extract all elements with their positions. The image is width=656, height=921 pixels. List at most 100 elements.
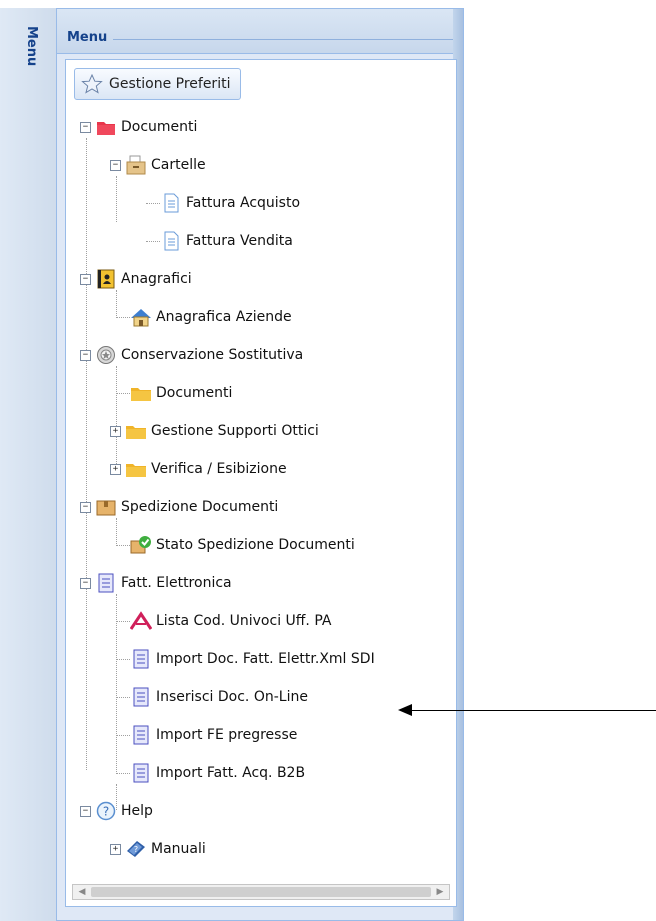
- tree-label[interactable]: Import Doc. Fatt. Elettr.Xml SDI: [156, 651, 375, 667]
- tree-label[interactable]: Documenti: [121, 119, 197, 135]
- collapse-toggle[interactable]: −: [80, 121, 91, 133]
- tree-label[interactable]: Fattura Vendita: [186, 233, 293, 249]
- e-invoice-icon: [98, 573, 114, 593]
- tree-guide-line: [86, 138, 87, 770]
- tree-label[interactable]: Anagrafici: [121, 271, 192, 287]
- tree-node-conservazione-sostitutiva[interactable]: − Conservazione Sostitutiva: [80, 344, 303, 366]
- package-icon: [96, 500, 116, 516]
- header-divider: [113, 39, 457, 40]
- collapsed-menu-strip[interactable]: Menu: [0, 8, 57, 921]
- svg-text:?: ?: [134, 845, 138, 854]
- e-invoice-icon: [133, 763, 149, 783]
- tree-label[interactable]: Stato Spedizione Documenti: [156, 537, 355, 553]
- tree-label[interactable]: Spedizione Documenti: [121, 499, 278, 515]
- package-check-icon: [130, 536, 151, 554]
- help-icon: ?: [96, 801, 116, 821]
- document-icon: [164, 231, 179, 251]
- tree-guide-line: [116, 659, 130, 660]
- folder-icon: [126, 464, 146, 477]
- tree-guide-line: [116, 366, 117, 468]
- e-invoice-icon: [133, 649, 149, 669]
- collapse-toggle[interactable]: −: [80, 805, 91, 817]
- file-cabinet-folder-icon: [126, 155, 146, 175]
- tree-guide-line: [116, 518, 117, 544]
- tree-node-conservazione-documenti[interactable]: Documenti: [130, 382, 232, 404]
- collapse-toggle[interactable]: −: [80, 273, 91, 285]
- contact-card-icon: [97, 269, 115, 289]
- tree-guide-line: [116, 697, 130, 698]
- tree-node-stato-spedizione[interactable]: Stato Spedizione Documenti: [130, 534, 355, 556]
- e-invoice-icon: [133, 725, 149, 745]
- annotation-arrow-line: [410, 710, 656, 711]
- tree-node-fattura-vendita[interactable]: Fattura Vendita: [160, 230, 293, 252]
- tree-label[interactable]: Fattura Acquisto: [186, 195, 300, 211]
- collapse-toggle[interactable]: −: [80, 501, 91, 513]
- tree-label[interactable]: Inserisci Doc. On-Line: [156, 689, 308, 705]
- tree-node-import-b2b[interactable]: Import Fatt. Acq. B2B: [130, 762, 305, 784]
- expand-toggle[interactable]: +: [110, 425, 121, 437]
- tree-node-lista-cod-univoci[interactable]: Lista Cod. Univoci Uff. PA: [130, 610, 331, 632]
- horizontal-scrollbar[interactable]: ◀ ▶: [72, 884, 450, 900]
- menu-tree: Gestione Preferiti − Documenti − Cartell…: [65, 59, 457, 907]
- menu-panel-header[interactable]: Menu: [57, 9, 463, 54]
- tree-label[interactable]: Verifica / Esibizione: [151, 461, 287, 477]
- manual-book-icon: ?: [127, 841, 145, 857]
- tree-node-anagrafica-aziende[interactable]: Anagrafica Aziende: [130, 306, 292, 328]
- tree-node-cartelle[interactable]: − Cartelle: [110, 154, 206, 176]
- folder-icon: [126, 426, 146, 439]
- emblem-seal-icon: [97, 346, 115, 364]
- tree-label[interactable]: Help: [121, 803, 153, 819]
- tree-node-manuali[interactable]: + ? Manuali: [110, 838, 206, 860]
- scroll-right-arrow-icon[interactable]: ▶: [433, 886, 447, 898]
- red-folder-icon: [97, 122, 115, 135]
- tree-guide-line: [116, 735, 130, 736]
- tree-node-import-fe-pregresse[interactable]: Import FE pregresse: [130, 724, 297, 746]
- tree-label[interactable]: Gestione Supporti Ottici: [151, 423, 319, 439]
- tree-node-gestione-supporti-ottici[interactable]: + Gestione Supporti Ottici: [110, 420, 319, 442]
- scrollbar-thumb[interactable]: [91, 887, 431, 897]
- tree-label[interactable]: Fatt. Elettronica: [121, 575, 232, 591]
- menu-panel-title: Menu: [67, 30, 108, 45]
- folder-icon: [131, 388, 151, 401]
- tree-node-documenti[interactable]: − Documenti: [80, 116, 197, 138]
- expand-toggle[interactable]: +: [110, 463, 121, 475]
- tree-node-help[interactable]: − ? Help: [80, 800, 153, 822]
- tree-guide-line: [116, 393, 130, 394]
- tree-guide-line: [116, 290, 117, 316]
- tree-label[interactable]: Import Fatt. Acq. B2B: [156, 765, 305, 781]
- tree-node-verifica-esibizione[interactable]: + Verifica / Esibizione: [110, 458, 287, 480]
- tree-node-fatt-elettronica[interactable]: − Fatt. Elettronica: [80, 572, 232, 594]
- document-icon: [164, 193, 179, 213]
- tree-label[interactable]: Import FE pregresse: [156, 727, 297, 743]
- tree-label[interactable]: Anagrafica Aziende: [156, 309, 292, 325]
- gestione-preferiti-label: Gestione Preferiti: [109, 76, 231, 92]
- tree-node-inserisci-doc[interactable]: Inserisci Doc. On-Line: [130, 686, 308, 708]
- collapse-toggle[interactable]: −: [80, 577, 91, 589]
- gestione-preferiti-button[interactable]: Gestione Preferiti: [74, 68, 242, 100]
- scroll-left-arrow-icon[interactable]: ◀: [75, 886, 89, 898]
- tree-guide-line: [146, 203, 160, 204]
- annotation-arrow-head-icon: [398, 704, 412, 716]
- tree-node-anagrafici[interactable]: − Anagrafici: [80, 268, 192, 290]
- star-icon: [81, 74, 103, 94]
- tree-node-spedizione-documenti[interactable]: − Spedizione Documenti: [80, 496, 278, 518]
- tree-label[interactable]: Lista Cod. Univoci Uff. PA: [156, 613, 331, 629]
- tree-guide-line: [146, 241, 160, 242]
- expand-toggle[interactable]: +: [110, 843, 121, 855]
- tree-guide-line: [116, 176, 117, 222]
- tree-label[interactable]: Documenti: [156, 385, 232, 401]
- tree-label[interactable]: Cartelle: [151, 157, 206, 173]
- e-invoice-icon: [133, 687, 149, 707]
- tree-label[interactable]: Conservazione Sostitutiva: [121, 347, 303, 363]
- tree-node-fattura-acquisto[interactable]: Fattura Acquisto: [160, 192, 300, 214]
- tree-guide-line: [116, 621, 130, 622]
- collapse-toggle[interactable]: −: [80, 349, 91, 361]
- tree-label[interactable]: Manuali: [151, 841, 206, 857]
- tree-guide-line: [116, 545, 130, 546]
- tree-node-import-sdi[interactable]: Import Doc. Fatt. Elettr.Xml SDI: [130, 648, 375, 670]
- collapse-toggle[interactable]: −: [110, 159, 121, 171]
- house-icon: [131, 309, 151, 327]
- pa-logo-icon: [130, 611, 152, 630]
- menu-panel: Menu Gestione Preferiti − Documenti − Ca…: [56, 8, 464, 921]
- collapsed-menu-title[interactable]: Menu: [24, 26, 39, 66]
